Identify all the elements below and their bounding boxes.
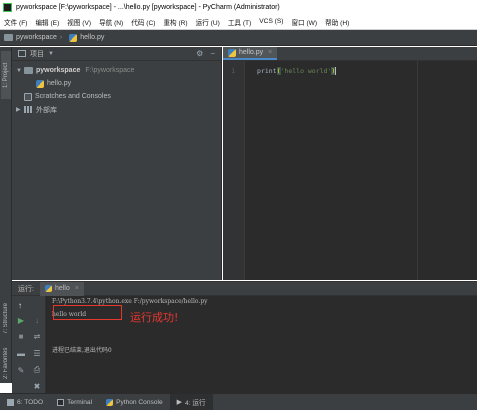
editor-tab-hello-py[interactable]: hello.py ×	[223, 47, 278, 60]
breadcrumb-project-label: pyworkspace	[16, 34, 57, 41]
project-panel-header: 项目 ▼ ⚙ −	[12, 47, 221, 61]
folder-icon	[4, 34, 13, 41]
text-cursor	[335, 67, 337, 75]
scroll-to-end-icon[interactable]: ☰	[32, 348, 42, 358]
close-icon[interactable]: ×	[75, 285, 79, 292]
console-exit-line: 进程已结束,退出代码0	[52, 347, 112, 354]
run-play-icon: ▶	[176, 399, 183, 406]
expand-arrow-icon[interactable]: ▼	[16, 68, 24, 74]
stop-icon[interactable]: ■	[16, 331, 26, 341]
project-view-icon	[18, 50, 26, 57]
run-label: 4: 运行	[185, 400, 206, 407]
run-panel-title: 运行:	[18, 285, 34, 293]
python-console-tool-button[interactable]: Python Console	[99, 394, 170, 410]
chevron-down-icon[interactable]: ▼	[48, 51, 54, 57]
down-arrow-icon[interactable]: ↓	[32, 315, 42, 325]
right-margin-guide	[417, 61, 418, 280]
pycharm-app-icon	[3, 2, 12, 12]
python-file-icon	[36, 79, 44, 88]
todo-icon	[7, 398, 14, 406]
tree-file-name: hello.py	[47, 80, 72, 87]
run-panel: 运行: hello × ↑ ▶ ↓ ■ ⇌ ▬ ☰ ✎ ⎙ ✖ F:\Pytho…	[12, 281, 477, 394]
tree-item-external-libraries[interactable]: ▶ 外部库	[12, 103, 221, 116]
menu-navigate[interactable]: 导航 (N)	[95, 17, 127, 27]
run-tab-hello[interactable]: hello ×	[39, 281, 84, 296]
run-tool-button[interactable]: ▶ 4: 运行	[169, 393, 213, 410]
library-icon	[24, 106, 33, 113]
title-bar: pyworkspace [F:\pyworkspace] - ...\hello…	[0, 0, 477, 14]
project-panel-title[interactable]: 项目	[30, 49, 44, 59]
menu-view[interactable]: 视图 (V)	[63, 17, 95, 27]
line-gutter: 1	[223, 61, 245, 280]
output-highlight-box	[53, 305, 122, 320]
menu-code[interactable]: 代码 (C)	[127, 17, 159, 27]
expand-arrow-icon[interactable]: ▶	[16, 106, 24, 113]
menu-window[interactable]: 窗口 (W)	[287, 17, 321, 27]
breadcrumb: pyworkspace › hello.py	[0, 30, 477, 46]
menu-vcs[interactable]: VCS (S)	[255, 18, 287, 25]
layout-icon[interactable]: ▬	[16, 348, 26, 358]
pin-icon[interactable]: ✎	[16, 365, 26, 375]
breadcrumb-project[interactable]: pyworkspace	[0, 34, 57, 41]
menu-edit[interactable]: 编辑 (E)	[31, 17, 63, 27]
scratches-icon	[24, 92, 32, 101]
soft-wrap-icon[interactable]: ⇌	[32, 331, 42, 341]
delete-icon[interactable]: ✖	[32, 381, 42, 391]
breadcrumb-file-label: hello.py	[80, 34, 105, 41]
run-toolbar: ↑ ▶ ↓ ■ ⇌ ▬ ☰ ✎ ⎙ ✖	[12, 296, 46, 394]
success-annotation: 运行成功!	[130, 311, 179, 324]
todo-label: 6: TODO	[17, 398, 44, 406]
tree-root-name: pyworkspace	[36, 67, 81, 74]
gear-icon[interactable]: ⚙	[196, 49, 203, 58]
folder-icon	[24, 67, 33, 74]
terminal-label: Terminal	[67, 398, 93, 406]
up-arrow-icon[interactable]: ↑	[15, 300, 25, 310]
tree-external-label: 外部库	[36, 106, 57, 114]
menu-refactor[interactable]: 重构 (R)	[159, 17, 191, 27]
window-title: pyworkspace [F:\pyworkspace] - ...\hello…	[16, 3, 280, 11]
python-file-icon	[44, 285, 52, 292]
project-tool-tab[interactable]: 1: Project	[1, 51, 11, 99]
run-tab-label: hello	[54, 285, 70, 292]
structure-tool-tab[interactable]: 7: Structure	[1, 295, 11, 341]
tree-item-hello-py[interactable]: hello.py	[12, 77, 221, 90]
menu-file[interactable]: 文件 (F)	[0, 17, 31, 27]
terminal-tool-button[interactable]: Terminal	[50, 394, 99, 410]
tree-root-path: F:\pyworkspace	[85, 67, 135, 74]
menu-run[interactable]: 运行 (U)	[192, 17, 224, 27]
run-panel-header: 运行: hello ×	[12, 281, 477, 296]
tree-item-root[interactable]: ▼ pyworkspace F:\pyworkspace	[12, 64, 221, 77]
tool-window-bar: 6: TODO Terminal Python Console ▶ 4: 运行	[0, 393, 477, 410]
hide-panel-icon[interactable]: −	[210, 49, 215, 58]
rerun-play-icon[interactable]: ▶	[16, 315, 26, 325]
line-number: 1	[231, 68, 235, 75]
print-icon[interactable]: ⎙	[32, 365, 42, 375]
project-panel: 项目 ▼ ⚙ − ▼ pyworkspace F:\pyworkspace he…	[12, 47, 222, 280]
python-file-icon	[228, 48, 236, 57]
editor-tab-label: hello.py	[239, 49, 264, 56]
menu-bar: 文件 (F) 编辑 (E) 视图 (V) 导航 (N) 代码 (C) 重构 (R…	[0, 14, 477, 30]
tree-item-scratches[interactable]: Scratches and Consoles	[12, 90, 221, 103]
code-string: 'hello world'	[280, 67, 332, 75]
python-console-label: Python Console	[116, 398, 163, 406]
code-editor: hello.py × 1 print('hello world')	[223, 47, 477, 280]
python-console-icon	[106, 398, 114, 406]
python-file-icon	[69, 33, 78, 42]
console-command-line: F:\Python3.7.4\python.exe F:/pyworkspace…	[52, 298, 208, 305]
favorites-tool-tab[interactable]: 2: Favorites	[1, 343, 11, 383]
tree-scratches-label: Scratches and Consoles	[35, 93, 111, 100]
terminal-icon	[57, 398, 65, 406]
close-icon[interactable]: ×	[268, 49, 272, 56]
left-tool-strip: 1: Project 7: Structure 2: Favorites	[0, 47, 12, 383]
todo-tool-button[interactable]: 6: TODO	[0, 394, 50, 410]
editor-tab-bar: hello.py ×	[223, 47, 477, 61]
code-line[interactable]: print('hello world')	[257, 67, 337, 75]
breadcrumb-separator-icon: ›	[59, 34, 63, 41]
menu-help[interactable]: 帮助 (H)	[321, 17, 353, 27]
menu-tools[interactable]: 工具 (T)	[224, 17, 255, 27]
code-print-keyword: print	[257, 67, 277, 75]
breadcrumb-file[interactable]: hello.py	[65, 33, 105, 42]
